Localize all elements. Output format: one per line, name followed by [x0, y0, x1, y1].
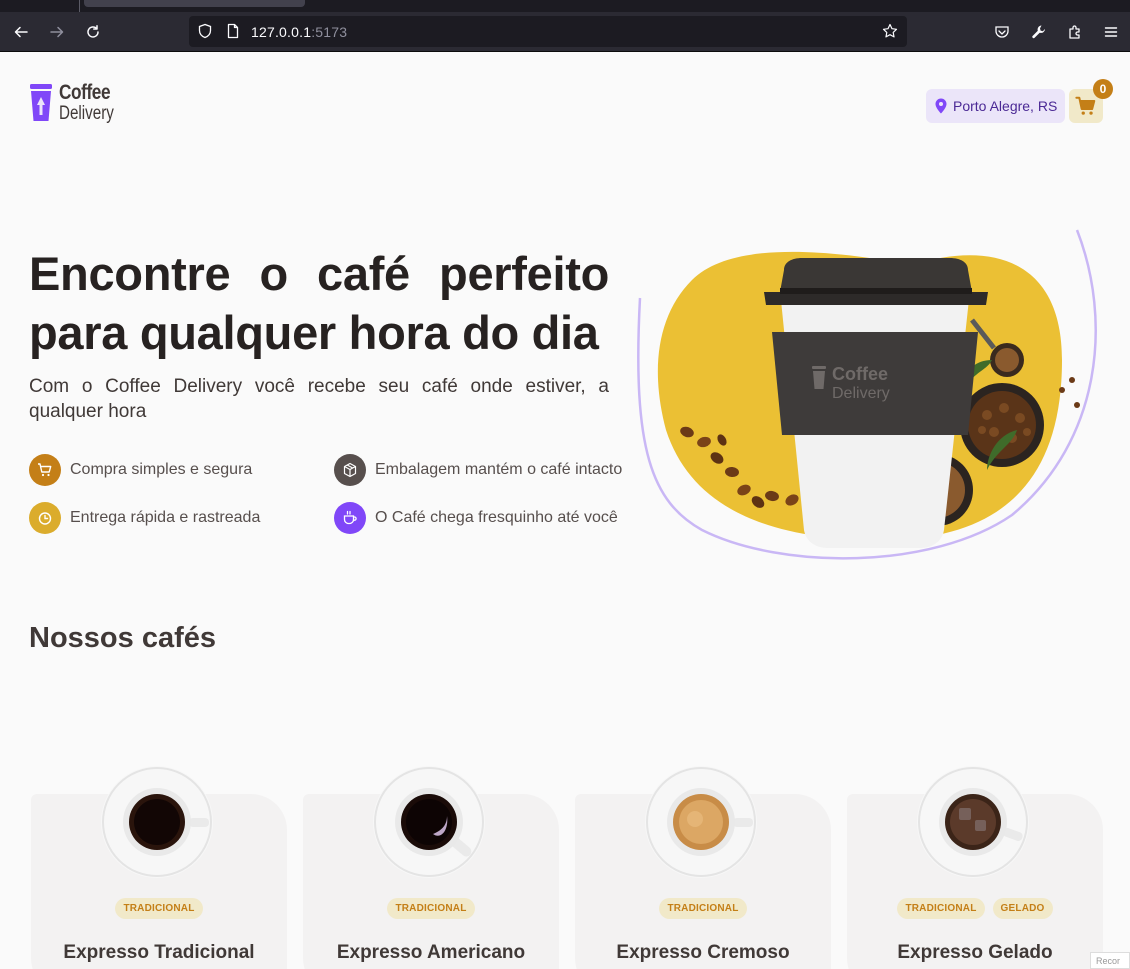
cart-count-badge: 0 [1093, 79, 1113, 99]
shopping-cart-icon [38, 463, 52, 477]
tag-badge: TRADICIONAL [897, 898, 985, 919]
expresso-tradicional-image [101, 766, 213, 878]
location-text: Porto Alegre, RS [953, 98, 1058, 114]
feature-item-fresh-coffee: O Café chega fresquinho até você [334, 502, 618, 534]
menu-button[interactable] [1099, 20, 1123, 44]
coffee-card[interactable]: TRADICIONAL Expresso Cremoso [575, 766, 831, 969]
arrow-right-icon [50, 26, 64, 38]
package-icon [343, 462, 357, 478]
logo-link[interactable]: Coffee Delivery [29, 82, 128, 123]
feature-label: Entrega rápida e rastreada [70, 509, 261, 526]
tag-list: TRADICIONAL [31, 898, 287, 919]
location-badge[interactable]: Porto Alegre, RS [926, 89, 1066, 123]
expresso-gelado-image [917, 766, 1029, 878]
catalog-title: Nossos cafés [29, 622, 216, 654]
feature-item-fast-delivery: Entrega rápida e rastreada [29, 502, 260, 534]
tag-list: TRADICIONAL GELADO [847, 898, 1103, 919]
shopping-cart-icon [1075, 96, 1096, 115]
feature-item-secure-purchase: Compra simples e segura [29, 454, 252, 486]
extensions-button[interactable] [1063, 20, 1087, 44]
page-icon[interactable] [225, 23, 241, 39]
shield-icon[interactable] [197, 23, 213, 39]
pocket-button[interactable] [990, 20, 1014, 44]
map-pin-icon [935, 98, 947, 114]
tag-badge: TRADICIONAL [387, 898, 475, 919]
url-host: 127.0.0.1 [251, 24, 312, 40]
coffee-cup-logo-icon [30, 83, 52, 121]
hamburger-icon [1104, 27, 1118, 37]
logo-line2: Delivery [59, 103, 114, 124]
url-text[interactable]: 127.0.0.1:5173 [251, 24, 347, 40]
coffee-name: Expresso Gelado [897, 942, 1053, 963]
reload-button[interactable] [81, 20, 105, 44]
browser-tab[interactable] [84, 0, 305, 7]
pocket-icon [995, 26, 1009, 38]
coffee-card[interactable]: TRADICIONAL Expresso Americano [303, 766, 559, 969]
feature-label: O Café chega fresquinho até você [375, 509, 618, 526]
puzzle-icon [1069, 25, 1080, 39]
coffee-name: Expresso Tradicional [63, 942, 255, 963]
coffee-name: Expresso Americano [336, 942, 526, 963]
feature-icon-badge [29, 454, 61, 486]
back-button[interactable] [9, 20, 33, 44]
tools-button[interactable] [1027, 20, 1051, 44]
cup-logo-line1: Coffee [832, 364, 888, 384]
address-bar[interactable]: 127.0.0.1:5173 [189, 16, 907, 47]
feature-item-packaging: Embalagem mantém o café intacto [334, 454, 622, 486]
hero-coffee-illustration: Coffee Delivery [637, 229, 1097, 560]
reload-icon [87, 25, 99, 38]
coffee-name: Expresso Cremoso [616, 942, 790, 963]
recorder-overlay[interactable]: Recor [1090, 952, 1130, 969]
hero-title: Encontre o café perfeito para qualquer h… [29, 247, 609, 359]
star-icon[interactable] [882, 23, 898, 39]
browser-tab-strip [0, 0, 1130, 12]
tag-badge: TRADICIONAL [659, 898, 747, 919]
coffee-card[interactable]: TRADICIONAL Expresso Tradicional [31, 766, 287, 969]
url-port: :5173 [311, 24, 348, 40]
browser-toolbar: 127.0.0.1:5173 [0, 12, 1130, 52]
coffee-icon [343, 510, 357, 525]
tab-separator [79, 0, 80, 12]
tag-badge: TRADICIONAL [115, 898, 203, 919]
cup-logo-line2: Delivery [832, 385, 890, 402]
coffee-card[interactable]: TRADICIONAL GELADO Expresso Gelado [847, 766, 1103, 969]
cart-button[interactable]: 0 [1069, 79, 1113, 123]
feature-icon-badge [334, 502, 366, 534]
expresso-cremoso-image [645, 766, 757, 878]
tag-badge: GELADO [992, 898, 1053, 919]
page-viewport: Coffee Delivery Porto Alegre, RS 0 Encon… [0, 52, 1130, 969]
forward-button[interactable] [45, 20, 69, 44]
logo-line1: Coffee [59, 81, 111, 104]
feature-icon-badge [334, 454, 366, 486]
wrench-icon [1032, 25, 1045, 39]
hero-subtitle: Com o Coffee Delivery você recebe seu ca… [29, 376, 609, 422]
logo-wordmark: Coffee Delivery [59, 82, 128, 123]
feature-icon-badge [29, 502, 61, 534]
expresso-americano-image [373, 766, 485, 878]
arrow-left-icon [14, 26, 28, 38]
feature-label: Embalagem mantém o café intacto [375, 461, 623, 478]
tag-list: TRADICIONAL [575, 898, 831, 919]
tag-list: TRADICIONAL [303, 898, 559, 919]
timer-icon [38, 512, 52, 525]
feature-label: Compra simples e segura [70, 461, 253, 478]
